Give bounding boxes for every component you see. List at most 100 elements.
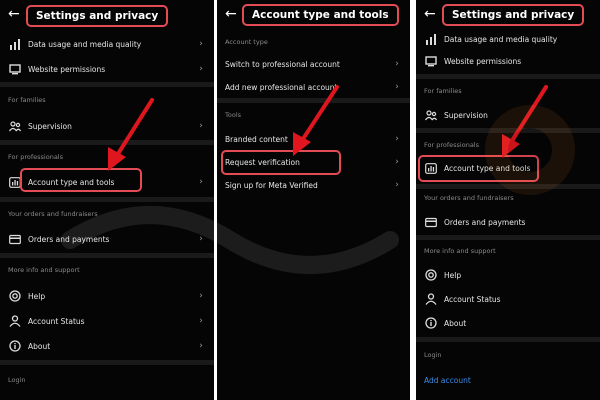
menu-item-label: Help: [444, 270, 462, 280]
people-icon: [9, 120, 21, 132]
person-icon: [425, 293, 437, 305]
chevron-right-icon: ›: [199, 341, 203, 351]
header: ← Account type and tools: [217, 2, 410, 30]
lifebuoy-icon: [9, 290, 21, 302]
section-divider: [0, 253, 214, 258]
menu-item-data-usage[interactable]: Data usage and media quality ›: [0, 33, 214, 55]
page-title: Account type and tools: [242, 4, 399, 26]
section-divider: [416, 235, 600, 240]
section-header-professionals: For professionals: [8, 153, 63, 161]
menu-item-label: Account Status: [28, 316, 85, 326]
menu-item-about[interactable]: About: [416, 312, 600, 334]
menu-item-label: Website permissions: [28, 64, 106, 74]
chevron-right-icon: ›: [199, 177, 203, 187]
menu-item-label: Add new professional account: [225, 82, 338, 92]
menu-item-label: Branded content: [225, 134, 288, 144]
section-divider: [0, 82, 214, 87]
menu-item-label: Website permissions: [444, 56, 522, 66]
settings-panel-left: ← Settings and privacy Data usage and me…: [0, 0, 214, 400]
menu-item-label: Orders and payments: [28, 234, 110, 244]
info-icon: [9, 340, 21, 352]
menu-item-add-professional[interactable]: Add new professional account ›: [217, 76, 410, 98]
header: ← Settings and privacy: [416, 2, 600, 30]
chevron-right-icon: ›: [199, 64, 203, 74]
section-header-professionals: For professionals: [424, 141, 479, 149]
menu-item-branded-content[interactable]: Branded content ›: [217, 128, 410, 150]
section-divider: [217, 98, 410, 103]
menu-item-label: About: [28, 341, 51, 351]
info-icon: [425, 317, 437, 329]
menu-item-label: Help: [28, 291, 46, 301]
section-divider: [0, 140, 214, 145]
section-divider: [416, 74, 600, 79]
card-icon: [425, 216, 437, 228]
menu-item-label: Data usage and media quality: [444, 34, 558, 44]
menu-item-data-usage[interactable]: Data usage and media quality: [416, 28, 600, 50]
chevron-right-icon: ›: [199, 39, 203, 49]
account-type-panel: ← Account type and tools Account type Sw…: [214, 0, 410, 400]
menu-item-supervision[interactable]: Supervision ›: [0, 115, 214, 137]
menu-item-label: Switch to professional account: [225, 59, 340, 69]
menu-item-label: Data usage and media quality: [28, 39, 142, 49]
section-divider: [416, 337, 600, 342]
menu-item-meta-verified[interactable]: Sign up for Meta Verified ›: [217, 174, 410, 196]
section-header-tools: Tools: [225, 111, 242, 119]
menu-item-website-permissions[interactable]: Website permissions: [416, 50, 600, 72]
section-header-more: More info and support: [8, 266, 80, 274]
page-title: Settings and privacy: [442, 4, 585, 26]
menu-item-account-status[interactable]: Account Status ›: [0, 310, 214, 332]
menu-item-orders[interactable]: Orders and payments: [416, 211, 600, 233]
add-account-link[interactable]: Add account: [424, 376, 471, 385]
person-icon: [9, 315, 21, 327]
back-arrow-icon[interactable]: ←: [424, 6, 436, 22]
menu-item-help[interactable]: Help: [416, 264, 600, 286]
chevron-right-icon: ›: [395, 157, 399, 167]
monitor-icon: [425, 55, 437, 67]
bar-chart-icon: [9, 38, 21, 50]
lifebuoy-icon: [425, 269, 437, 281]
header: ← Settings and privacy: [0, 2, 214, 30]
menu-item-website-permissions[interactable]: Website permissions ›: [0, 58, 214, 80]
card-icon: [9, 233, 21, 245]
chevron-right-icon: ›: [199, 316, 203, 326]
menu-item-label: Supervision: [444, 110, 488, 120]
menu-item-label: Account Status: [444, 294, 501, 304]
chevron-right-icon: ›: [395, 59, 399, 69]
monitor-icon: [9, 63, 21, 75]
section-header-account-type: Account type: [225, 38, 268, 46]
menu-item-label: About: [444, 318, 467, 328]
menu-item-help[interactable]: Help ›: [0, 285, 214, 307]
section-divider: [416, 128, 600, 133]
chevron-right-icon: ›: [199, 121, 203, 131]
people-icon: [425, 109, 437, 121]
back-arrow-icon[interactable]: ←: [8, 6, 20, 22]
chevron-right-icon: ›: [199, 234, 203, 244]
section-divider: [0, 197, 214, 202]
menu-item-label: Sign up for Meta Verified: [225, 180, 318, 190]
menu-item-account-status[interactable]: Account Status: [416, 288, 600, 310]
menu-item-about[interactable]: About ›: [0, 335, 214, 357]
menu-item-orders[interactable]: Orders and payments ›: [0, 228, 214, 250]
section-header-login: Login: [8, 376, 26, 384]
page-title: Settings and privacy: [26, 5, 169, 27]
bar-chart-icon: [425, 33, 437, 45]
section-header-more: More info and support: [424, 247, 496, 255]
highlight-account-type: [20, 168, 142, 192]
settings-panel-right: ← Settings and privacy Data usage and me…: [413, 0, 600, 400]
chevron-right-icon: ›: [395, 180, 399, 190]
section-header-families: For families: [8, 96, 46, 104]
highlight-request-verification: [221, 150, 341, 175]
section-divider: [0, 360, 214, 365]
section-header-login: Login: [424, 351, 442, 359]
menu-item-label: Supervision: [28, 121, 72, 131]
back-arrow-icon[interactable]: ←: [225, 6, 237, 22]
chevron-right-icon: ›: [395, 82, 399, 92]
section-header-orders: Your orders and fundraisers: [8, 210, 98, 218]
highlight-account-type: [418, 155, 539, 182]
chevron-right-icon: ›: [395, 134, 399, 144]
section-header-families: For families: [424, 87, 462, 95]
menu-item-supervision[interactable]: Supervision: [416, 104, 600, 126]
section-header-orders: Your orders and fundraisers: [424, 194, 514, 202]
menu-item-switch-professional[interactable]: Switch to professional account ›: [217, 53, 410, 75]
chevron-right-icon: ›: [199, 291, 203, 301]
